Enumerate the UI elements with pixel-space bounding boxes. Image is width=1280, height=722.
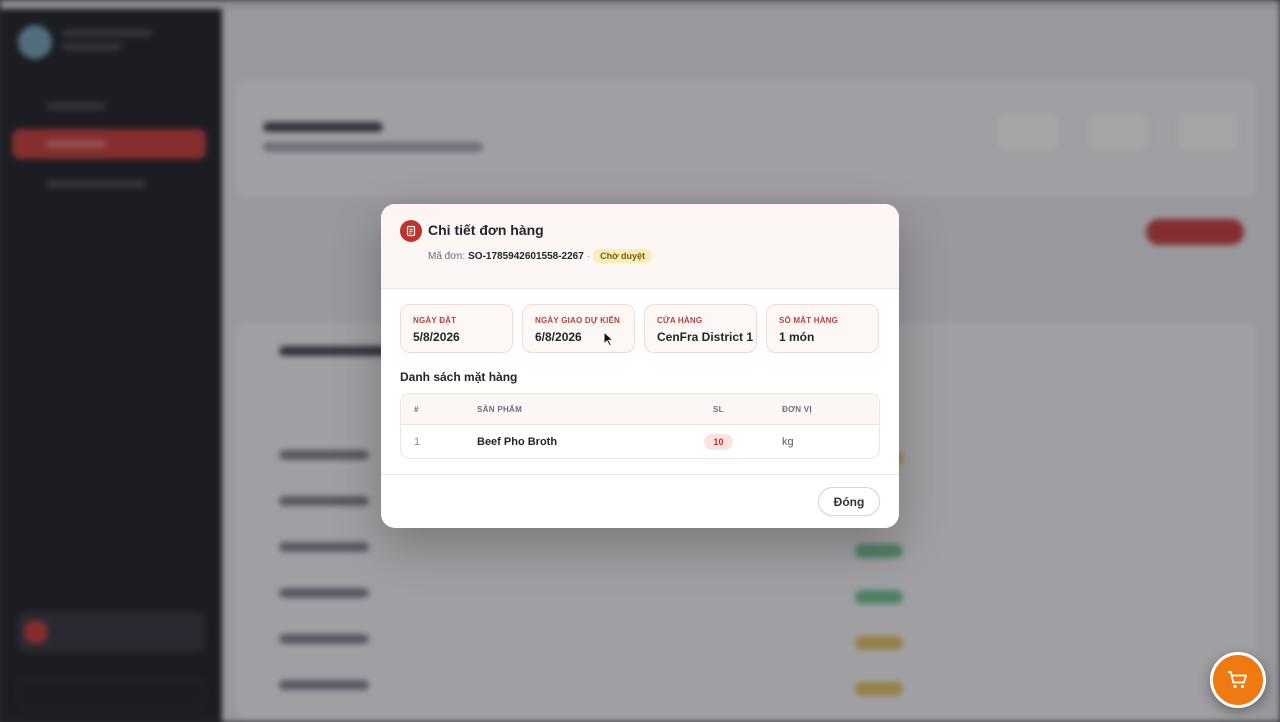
modal-header: Chi tiết đơn hàng Mã đơn: SO-17859426015…: [381, 204, 899, 289]
modal-footer-divider: [381, 474, 899, 475]
close-button[interactable]: Đóng: [818, 487, 880, 516]
row-qty-badge: 10: [704, 434, 733, 450]
mouse-cursor-icon: [603, 331, 615, 347]
status-badge: Chờ duyệt: [593, 249, 653, 263]
info-store: Cửa hàng CenFra District 1: [644, 304, 757, 353]
info-item-count: Số mặt hàng 1 món: [766, 304, 879, 353]
column-header-unit: Đơn vị: [782, 405, 812, 414]
row-unit: kg: [782, 436, 794, 448]
column-header-index: #: [414, 405, 419, 414]
row-product: Beef Pho Broth: [477, 436, 558, 448]
order-detail-modal: Chi tiết đơn hàng Mã đơn: SO-17859426015…: [381, 204, 899, 528]
items-section-title: Danh sách mặt hàng: [400, 370, 518, 384]
info-expected-delivery: Ngày giao dự kiến 6/8/2026: [522, 304, 635, 353]
row-index: 1: [414, 436, 421, 448]
cart-icon: [1227, 671, 1247, 689]
order-code-row: Mã đơn: SO-1785942601558-2267 · Chờ duyệ…: [428, 249, 653, 263]
table-header: # Sản phẩm SL Đơn vị: [401, 394, 879, 425]
column-header-product: Sản phẩm: [477, 405, 523, 414]
info-order-date: Ngày đặt 5/8/2026: [400, 304, 513, 353]
receipt-icon: [400, 220, 422, 242]
order-code: SO-1785942601558-2267: [468, 250, 584, 262]
cart-button[interactable]: [1210, 652, 1266, 708]
column-header-qty: SL: [713, 405, 724, 414]
items-table: # Sản phẩm SL Đơn vị 1 Beef Pho Broth 10…: [400, 393, 880, 459]
order-code-label: Mã đơn:: [428, 250, 466, 262]
modal-title: Chi tiết đơn hàng: [428, 222, 544, 238]
